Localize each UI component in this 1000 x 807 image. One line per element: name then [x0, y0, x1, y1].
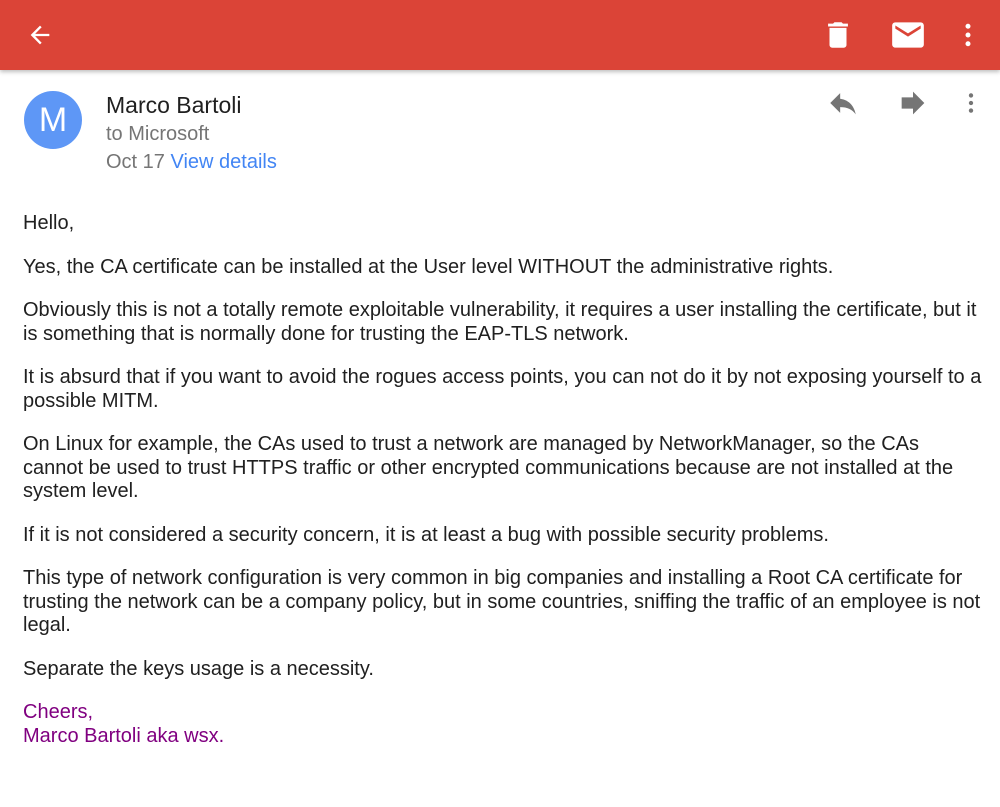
avatar[interactable]: M	[24, 91, 82, 149]
body-paragraph: On Linux for example, the CAs used to tr…	[23, 433, 954, 502]
body-paragraph: Separate the keys usage is a necessity.	[23, 657, 374, 680]
more-vert-icon	[968, 93, 974, 113]
app-bar	[0, 0, 1000, 70]
recipient-line: to Microsoft	[106, 123, 210, 145]
delete-button[interactable]	[812, 0, 864, 70]
reply-icon	[830, 93, 856, 115]
signature-line: Marco Bartoli aka wsx.	[23, 724, 225, 747]
forward-icon	[901, 91, 925, 115]
signature: Cheers, Marco Bartoli aka wsx.	[23, 701, 983, 748]
reply-button[interactable]	[826, 86, 860, 120]
message-body: Hello, Yes, the CA certificate can be in…	[23, 212, 983, 748]
body-paragraph: It is absurd that if you want to avoid t…	[23, 366, 982, 412]
body-paragraph: This type of network configuration is ve…	[23, 567, 981, 636]
overflow-menu-button[interactable]	[948, 0, 988, 70]
message-more-button[interactable]	[958, 86, 984, 120]
arrow-back-icon	[30, 25, 50, 45]
mark-unread-button[interactable]	[880, 0, 936, 70]
sender-name: Marco Bartoli	[106, 92, 242, 118]
mail-icon	[892, 22, 924, 48]
back-button[interactable]	[14, 0, 66, 70]
more-vert-icon	[965, 23, 971, 47]
view-details-link[interactable]: View details	[170, 151, 276, 173]
signature-line: Cheers,	[23, 701, 94, 723]
message-header: M Marco Bartoli to Microsoft Oct 17 View…	[0, 70, 1000, 190]
date-line: Oct 17 View details	[106, 151, 277, 174]
body-paragraph: If it is not considered a security conce…	[23, 523, 829, 546]
body-paragraph: Obviously this is not a totally remote e…	[23, 299, 977, 345]
body-paragraph: Yes, the CA certificate can be installed…	[23, 255, 834, 278]
greeting: Hello,	[23, 212, 75, 234]
forward-button[interactable]	[896, 86, 930, 120]
trash-icon	[828, 22, 848, 48]
message-date: Oct 17	[106, 151, 165, 173]
